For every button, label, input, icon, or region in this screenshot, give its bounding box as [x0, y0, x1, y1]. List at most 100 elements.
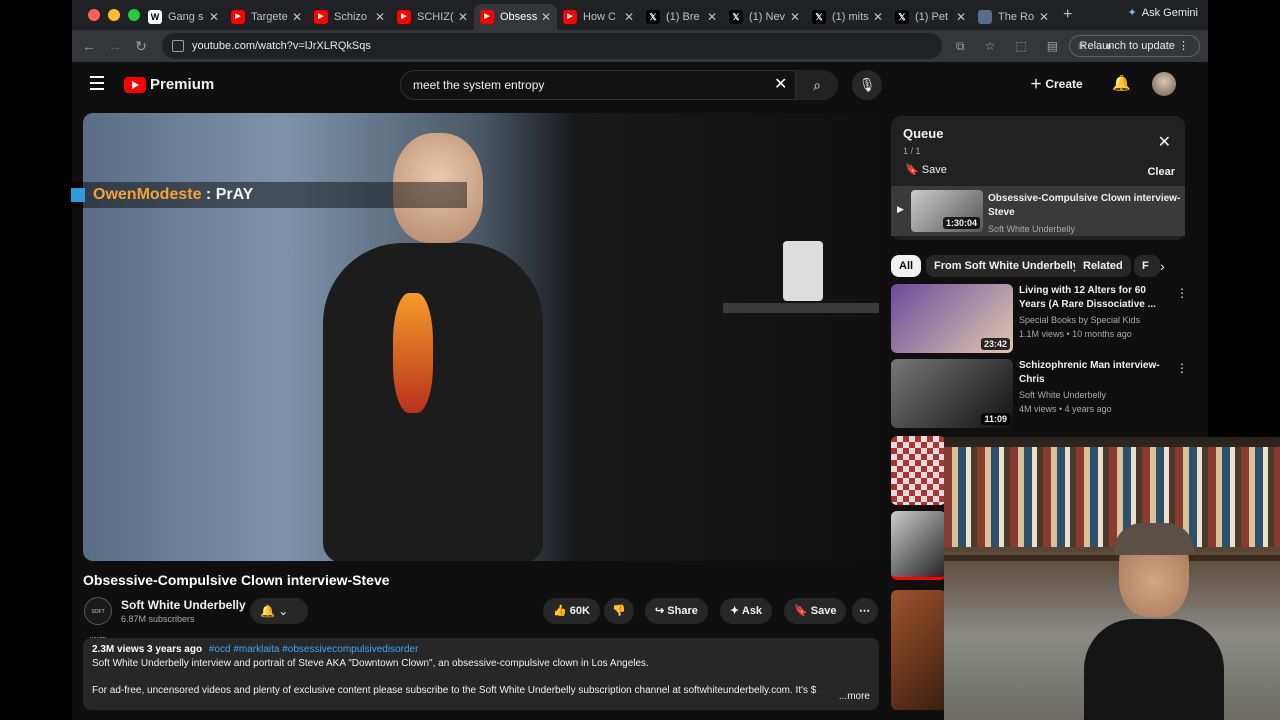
- browser-tab[interactable]: 𝕏 (1) Nev ✕: [723, 4, 806, 30]
- back-icon[interactable]: ←: [76, 38, 102, 54]
- site-info-icon[interactable]: [172, 40, 184, 52]
- tab-strip: W Gang s ✕ ▶ Targete ✕ ▶ Schizo ✕ ▶ SCHIZ(✕ ▶ Obsess…: [72, 0, 1208, 30]
- share-label: Share: [667, 605, 698, 617]
- browser-tab[interactable]: ▶ Targete ✕: [225, 4, 308, 30]
- like-count: 60K: [569, 605, 590, 617]
- close-tab-icon[interactable]: ✕: [292, 10, 302, 24]
- chip-all[interactable]: All: [891, 255, 922, 277]
- video-channel: Special Books by Special Kids: [1019, 315, 1141, 325]
- avatar[interactable]: [1152, 72, 1176, 96]
- close-tab-icon[interactable]: ✕: [707, 10, 717, 24]
- subject-body: [323, 243, 543, 561]
- channel-name[interactable]: Soft White Underbelly: [121, 598, 246, 612]
- video-thumbnail: 23:42: [891, 284, 1013, 353]
- hashtags[interactable]: #ocd #marklaita #obsessivecompulsivediso…: [209, 644, 419, 655]
- video-title: Schizophrenic Man interview-Chris: [1019, 360, 1160, 385]
- close-window-button[interactable]: [88, 9, 100, 21]
- reload-icon[interactable]: ↻: [128, 38, 154, 55]
- more-vert-icon[interactable]: ⋮: [1176, 286, 1188, 300]
- side-panel-icon[interactable]: ▤: [1047, 39, 1058, 53]
- close-tab-icon[interactable]: ✕: [956, 10, 966, 24]
- video-player[interactable]: [83, 113, 879, 561]
- browser-tab[interactable]: The Ro ✕: [972, 4, 1055, 30]
- chip-more[interactable]: F: [1134, 255, 1160, 277]
- relaunch-label: Relaunch to update: [1079, 40, 1175, 52]
- queue-item-channel: Soft White Underbelly: [988, 224, 1076, 234]
- new-tab-button[interactable]: +: [1063, 6, 1072, 24]
- tab-label: SCHIZ(: [417, 11, 454, 23]
- w-favicon-icon: W: [148, 10, 162, 24]
- browser-tab[interactable]: ▶ Schizo ✕: [308, 4, 391, 30]
- youtube-logo[interactable]: Premium: [124, 76, 214, 93]
- channel-avatar[interactable]: SOFT WHITE UNDERBELLY: [84, 597, 118, 671]
- mic-icon: 🎙: [858, 77, 876, 92]
- close-icon[interactable]: ✕: [1158, 132, 1171, 152]
- extensions-icon[interactable]: ⬚: [1015, 39, 1026, 53]
- browser-tab[interactable]: 𝕏 (1) mits ✕: [806, 4, 889, 30]
- list-item[interactable]: 11:09 Schizophrenic Man interview-Chris …: [891, 359, 1201, 429]
- doc-favicon-icon: [978, 10, 992, 24]
- description-box[interactable]: 2.3M views 3 years ago #ocd #marklaita #…: [83, 638, 879, 710]
- browser-tab[interactable]: ▶ SCHIZ(✕: [391, 4, 474, 30]
- list-item[interactable]: [891, 590, 951, 710]
- share-button[interactable]: ↪ Share: [645, 598, 708, 624]
- install-app-icon[interactable]: ⧉: [956, 39, 965, 54]
- forward-icon[interactable]: →: [102, 38, 128, 54]
- save-button[interactable]: 🔖 Save: [784, 598, 847, 624]
- notifications-bell-icon[interactable]: 🔔: [1112, 74, 1131, 92]
- gemini-icon: ✦: [1127, 7, 1137, 19]
- queue-clear-button[interactable]: Clear: [1147, 166, 1175, 178]
- close-tab-icon[interactable]: ✕: [873, 10, 883, 24]
- chevron-right-icon[interactable]: ›: [1160, 258, 1165, 274]
- queue-save-button[interactable]: 🔖 Save: [905, 163, 947, 176]
- menu-icon[interactable]: [90, 76, 104, 94]
- list-item[interactable]: [891, 511, 951, 581]
- thumbs-down-icon: 👎: [612, 605, 626, 617]
- create-button[interactable]: ＋ Create: [1030, 75, 1083, 92]
- ask-button[interactable]: ✦ Ask: [720, 598, 773, 624]
- list-item[interactable]: 23:42 Living with 12 Alters for 60 Years…: [891, 284, 1201, 354]
- close-tab-icon[interactable]: ✕: [624, 10, 634, 24]
- subscriber-count: 6.87M subscribers: [121, 614, 195, 624]
- close-tab-icon[interactable]: ✕: [458, 10, 468, 24]
- voice-search-button[interactable]: 🎙: [852, 70, 882, 100]
- close-tab-icon[interactable]: ✕: [209, 10, 219, 24]
- more-actions-button[interactable]: ⋯: [852, 598, 878, 624]
- webcam-overlay: [944, 437, 1280, 720]
- clear-search-icon[interactable]: ✕: [774, 74, 787, 94]
- youtube-favicon-icon: ▶: [231, 10, 245, 24]
- queue-item[interactable]: ▶ 1:30:04 Obsessive-Compulsive Clown int…: [891, 186, 1185, 236]
- list-item[interactable]: [891, 436, 951, 506]
- view-count: 2.3M views: [92, 644, 145, 655]
- chip-related[interactable]: Related: [1075, 255, 1131, 277]
- maximize-window-button[interactable]: [128, 9, 140, 21]
- ask-label: Ask: [741, 605, 763, 617]
- relaunch-button[interactable]: Relaunch to update ⋮: [1068, 35, 1200, 57]
- close-tab-icon[interactable]: ✕: [1039, 10, 1049, 24]
- share-icon: ↪: [655, 605, 665, 617]
- search-button[interactable]: ⌕: [796, 70, 838, 100]
- dislike-button[interactable]: 👎: [604, 598, 634, 624]
- video-meta: 1.1M views • 10 months ago: [1019, 329, 1132, 339]
- chip-from-channel[interactable]: From Soft White Underbelly: [926, 255, 1087, 277]
- browser-tab[interactable]: W Gang s ✕: [142, 4, 225, 30]
- close-tab-icon[interactable]: ✕: [790, 10, 800, 24]
- minimize-window-button[interactable]: [108, 9, 120, 21]
- more-vert-icon[interactable]: ⋮: [1176, 361, 1188, 375]
- subscribed-bell-button[interactable]: 🔔 ⌄: [250, 598, 308, 624]
- search-input[interactable]: meet the system entropy: [400, 70, 796, 100]
- like-button[interactable]: 👍 60K: [543, 598, 600, 624]
- queue-count: 1 / 1: [903, 146, 921, 156]
- close-tab-icon[interactable]: ✕: [375, 10, 385, 24]
- close-tab-icon[interactable]: ✕: [541, 10, 551, 24]
- bookmark-star-icon[interactable]: ☆: [985, 39, 996, 53]
- browser-tab[interactable]: ▶ How C ✕: [557, 4, 640, 30]
- tab-label: Targete: [251, 11, 288, 23]
- video-title: Living with 12 Alters for 60 Years (A Ra…: [1019, 285, 1156, 310]
- address-bar[interactable]: youtube.com/watch?v=lJrXLRQkSqs: [162, 33, 942, 59]
- browser-tab[interactable]: 𝕏 (1) Bre ✕: [640, 4, 723, 30]
- browser-tab[interactable]: 𝕏 (1) Pet ✕: [889, 4, 972, 30]
- ask-gemini-button[interactable]: ✦ Ask Gemini: [1127, 6, 1198, 20]
- show-more-link[interactable]: ...more: [839, 691, 870, 702]
- browser-tab[interactable]: ▶ Obsess ✕: [474, 4, 557, 30]
